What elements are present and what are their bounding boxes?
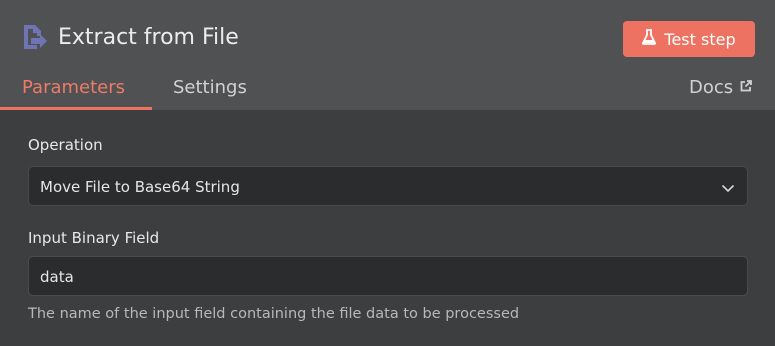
test-step-button[interactable]: Test step [623,21,755,57]
node-header: Extract from File Test step Parameters S… [0,0,775,110]
title-row: Extract from File Test step [0,0,775,76]
docs-link[interactable]: Docs [689,76,753,100]
tab-bar: Parameters Settings Docs [0,70,775,110]
input-binary-field-input[interactable]: data [28,256,748,296]
operation-label: Operation [28,136,103,154]
input-binary-field-hint: The name of the input field containing t… [28,306,520,322]
input-binary-field-value: data [40,268,74,286]
file-extract-icon [22,24,48,50]
operation-select[interactable]: Move File to Base64 String [28,166,748,206]
docs-label: Docs [689,77,734,98]
flask-icon [642,29,657,49]
tab-parameters[interactable]: Parameters [22,76,125,100]
input-binary-field-label: Input Binary Field [28,229,160,247]
node-title: Extract from File [58,25,239,50]
test-step-label: Test step [664,29,736,49]
operation-value: Move File to Base64 String [40,178,240,196]
tab-settings[interactable]: Settings [173,76,247,100]
active-tab-indicator [0,107,152,110]
external-link-icon [739,76,753,100]
chevron-down-icon [721,180,735,194]
